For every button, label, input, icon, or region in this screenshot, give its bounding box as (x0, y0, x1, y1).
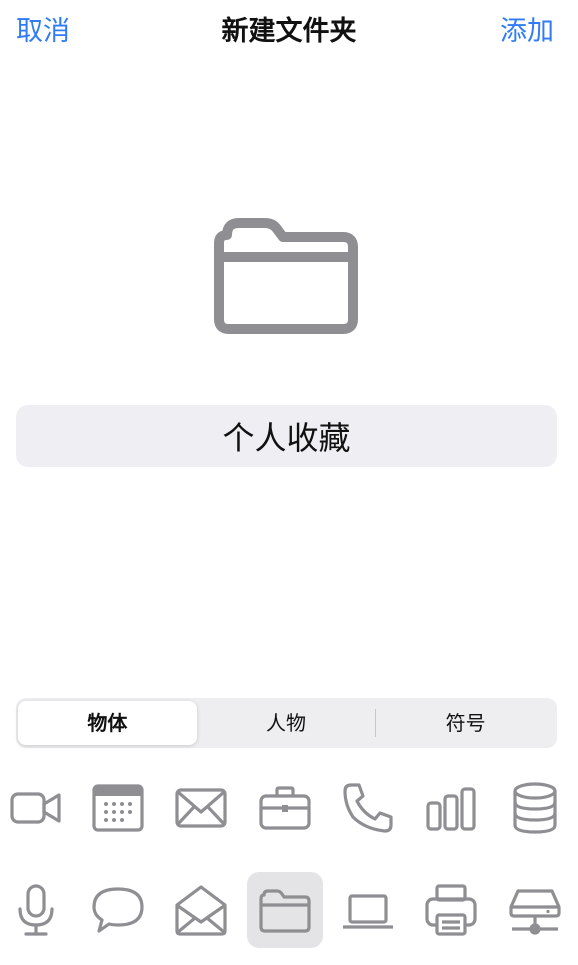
segment-objects[interactable]: 物体 (18, 701, 197, 745)
database-icon[interactable] (497, 770, 573, 846)
segment-symbols[interactable]: 符号 (376, 701, 555, 745)
folder-preview-icon (214, 218, 358, 334)
speech-bubble-icon[interactable] (80, 872, 156, 948)
network-drive-icon[interactable] (497, 872, 573, 948)
briefcase-icon[interactable] (247, 770, 323, 846)
laptop-icon[interactable] (330, 872, 406, 948)
icon-palette (0, 770, 578, 965)
folder-name-field[interactable] (16, 405, 557, 467)
page-title: 新建文件夹 (221, 16, 357, 47)
video-camera-icon[interactable] (0, 770, 74, 846)
phone-icon[interactable] (330, 770, 406, 846)
envelope-icon[interactable] (163, 770, 239, 846)
calendar-icon[interactable] (80, 770, 156, 846)
microphone-icon[interactable] (0, 872, 74, 948)
printer-icon[interactable] (413, 872, 489, 948)
open-envelope-icon[interactable] (163, 872, 239, 948)
navigation-bar: 取消 新建文件夹 添加 (0, 0, 578, 64)
bar-chart-icon[interactable] (413, 770, 489, 846)
icon-category-segmented-control: 物体 人物 符号 (16, 698, 557, 748)
folder-icon[interactable] (247, 872, 323, 948)
add-button[interactable]: 添加 (500, 12, 554, 52)
segment-people[interactable]: 人物 (197, 701, 376, 745)
